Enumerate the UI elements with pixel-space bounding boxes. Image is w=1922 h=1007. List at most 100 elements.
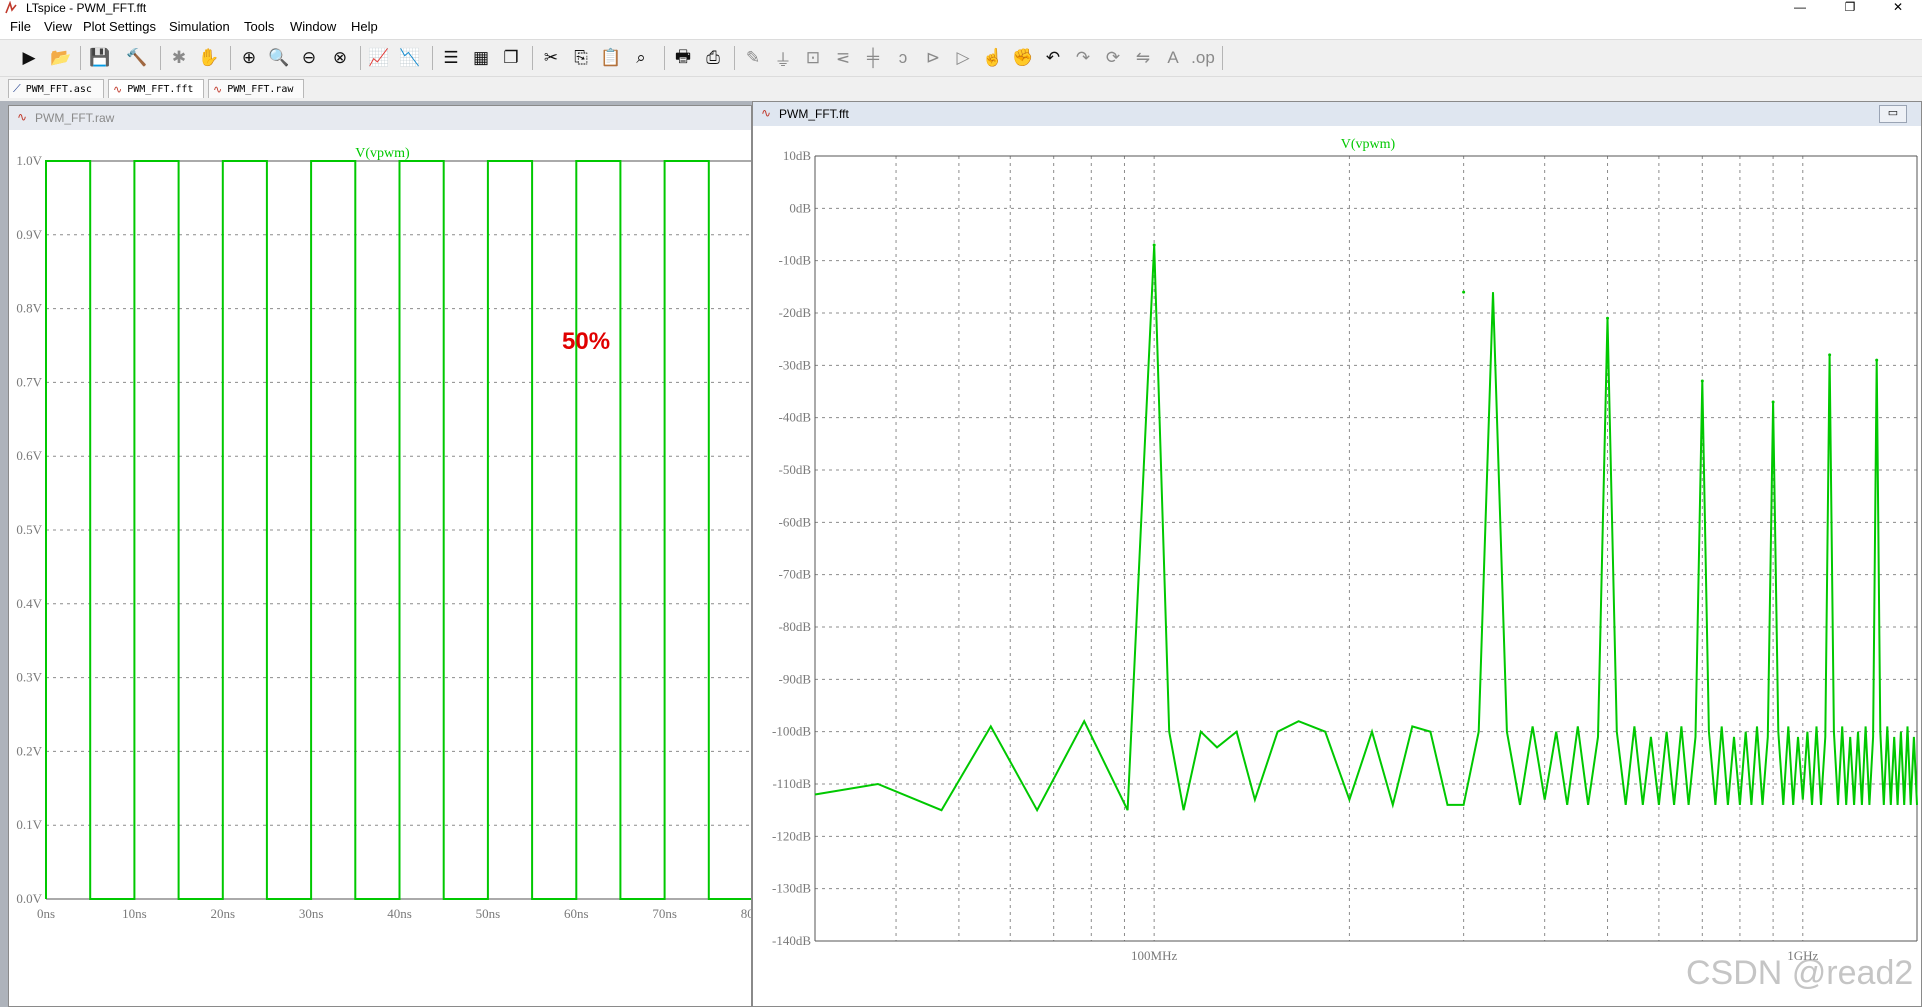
toolbar-separator	[734, 46, 735, 70]
toolbar: ▶ 📂 💾 🔨 ✱ ✋ ⊕ 🔍 ⊖ ⊗ 📈 📉 ☰ ▦ ❐ ✂ ⎘ 📋 ⌕ 🖶 …	[0, 39, 1922, 77]
toolbar-separator	[532, 46, 533, 70]
find-binoculars-icon[interactable]: ⌕	[628, 45, 654, 71]
mirror-icon[interactable]: ⇋	[1130, 45, 1156, 71]
paste-icon[interactable]: 📋	[598, 45, 624, 71]
x-tick-label: 100MHz	[1131, 948, 1177, 963]
tab-label: PWM_FFT.raw	[227, 83, 294, 95]
menu-window[interactable]: Window	[290, 19, 336, 34]
y-tick-label: -140dB	[772, 933, 811, 948]
fft-plot-window[interactable]: ∿ PWM_FFT.fft ▭ 10dB 0dB -10dB -20dB -30dB -4…	[752, 101, 1922, 1007]
harmonic-peak-marker	[1700, 379, 1704, 383]
y-tick-label: 10dB	[783, 148, 812, 163]
x-tick-label: 40ns	[387, 906, 412, 921]
x-tick-label: 70ns	[652, 906, 677, 921]
trace-legend-label: V(vpwm)	[355, 146, 410, 161]
halt-icon[interactable]: ✱	[166, 45, 192, 71]
zoom-fit-icon[interactable]: ⊗	[327, 45, 353, 71]
duty-cycle-annotation: 50%	[562, 328, 611, 355]
restore-window-button[interactable]: ❐	[1830, 0, 1870, 16]
y-tick-label: -130dB	[772, 881, 811, 896]
pan-hand-icon[interactable]: ✋	[196, 45, 222, 71]
pane-restore-button[interactable]: ▭	[1879, 105, 1907, 123]
tab-label: PWM_FFT.asc	[25, 83, 92, 95]
zoom-in-icon[interactable]: ⊕	[236, 45, 262, 71]
menu-file[interactable]: File	[10, 19, 31, 34]
tab-pwm-fft-asc[interactable]: ⟋ PWM_FFT.asc	[8, 79, 104, 98]
menu-view[interactable]: View	[44, 19, 72, 34]
y-tick-label: -70dB	[779, 567, 812, 582]
cascade-icon[interactable]: ❐	[498, 45, 524, 71]
print-icon[interactable]: 🖶	[670, 45, 696, 71]
drag-hand-icon[interactable]: ✊	[1010, 45, 1036, 71]
zoom-out-icon[interactable]: ⊖	[296, 45, 322, 71]
diode-icon[interactable]: ⊳	[920, 45, 946, 71]
close-window-button[interactable]: ✕	[1878, 0, 1918, 16]
capacitor-icon[interactable]: ╪	[860, 45, 886, 71]
label-net-icon[interactable]: ⊡	[800, 45, 826, 71]
pane-title-bar[interactable]: ∿ PWM_FFT.raw	[9, 106, 751, 130]
harmonic-peak-marker	[1462, 290, 1466, 294]
toolbar-separator	[80, 46, 81, 70]
x-tick-label: 10ns	[122, 906, 147, 921]
zoom-area-icon[interactable]: 🔍	[266, 45, 292, 71]
x-tick-label: 80ns	[741, 906, 752, 921]
x-tick-label: 30ns	[299, 906, 324, 921]
tile-vertical-icon[interactable]: ▦	[468, 45, 494, 71]
pane-title: PWM_FFT.fft	[779, 107, 849, 121]
y-tick-label: 0.1V	[16, 817, 42, 832]
fft-plot-area[interactable]: 10dB 0dB -10dB -20dB -30dB -40dB -50dB -60dB -70…	[753, 126, 1922, 1007]
trace-legend-label: V(vpwm)	[1341, 137, 1396, 152]
y-tick-label: 0.2V	[16, 743, 42, 758]
tab-pwm-fft-raw[interactable]: ∿ PWM_FFT.raw	[208, 79, 304, 98]
copy-icon[interactable]: ⎘	[568, 45, 594, 71]
harmonic-peak-marker	[1771, 400, 1775, 404]
tab-pwm-fft-fft[interactable]: ∿ PWM_FFT.fft	[108, 79, 204, 98]
draw-wire-icon[interactable]: ✎	[740, 45, 766, 71]
y-tick-label: 0dB	[789, 200, 811, 215]
harmonic-peak-marker	[1828, 353, 1832, 357]
pane-title-bar[interactable]: ∿ PWM_FFT.fft ▭	[753, 102, 1921, 126]
inductor-icon[interactable]: ↄ	[890, 45, 916, 71]
cut-icon[interactable]: ✂	[538, 45, 564, 71]
resistor-icon[interactable]: ⋜	[830, 45, 856, 71]
spice-directive-icon[interactable]: .op	[1190, 45, 1216, 71]
run-icon[interactable]: ▶	[16, 45, 42, 71]
tile-horizontal-icon[interactable]: ☰	[438, 45, 464, 71]
redo-icon[interactable]: ↷	[1070, 45, 1096, 71]
undo-icon[interactable]: ↶	[1040, 45, 1066, 71]
move-hand-icon[interactable]: ☝	[980, 45, 1006, 71]
x-tick-label: 50ns	[476, 906, 501, 921]
y-tick-label: -10dB	[779, 253, 812, 268]
menu-simulation[interactable]: Simulation	[169, 19, 230, 34]
save-icon[interactable]: 💾	[87, 45, 113, 71]
manual-limits-icon[interactable]: 📉	[397, 45, 423, 71]
y-tick-label: 0.8V	[16, 301, 42, 316]
control-panel-icon[interactable]: 🔨	[124, 45, 150, 71]
y-tick-label: 0.4V	[16, 596, 42, 611]
title-bar: LTspice - PWM_FFT.fft — ❐ ✕	[0, 0, 1922, 16]
minimize-button[interactable]: —	[1780, 0, 1820, 16]
menu-help[interactable]: Help	[351, 19, 378, 34]
waveform-icon: ∿	[113, 82, 123, 96]
open-folder-icon[interactable]: 📂	[48, 45, 74, 71]
transient-plot-area[interactable]: 0.0V 0.1V 0.2V 0.3V 0.4V 0.5V 0.6V 0.7V 0.8V 0.9V…	[9, 130, 752, 1007]
harmonic-peak-marker	[1875, 358, 1879, 362]
tab-label: PWM_FFT.fft	[127, 83, 194, 95]
transient-plot-window[interactable]: ∿ PWM_FFT.raw 0.0V 0.1V 0.2V 0.3V 0.4V 0.5V 0.…	[8, 105, 752, 1007]
text-icon[interactable]: A	[1160, 45, 1186, 71]
harmonic-peak-marker	[1152, 243, 1156, 247]
y-tick-label: 0.6V	[16, 448, 42, 463]
y-tick-label: -80dB	[779, 619, 812, 634]
menu-bar: File View Plot Settings Simulation Tools…	[0, 17, 1922, 37]
ground-icon[interactable]: ⏚	[770, 45, 796, 71]
y-tick-label: 0.9V	[16, 227, 42, 242]
menu-tools[interactable]: Tools	[244, 19, 274, 34]
component-icon[interactable]: ▷	[950, 45, 976, 71]
menu-plot-settings[interactable]: Plot Settings	[83, 19, 156, 34]
rotate-icon[interactable]: ⟳	[1100, 45, 1126, 71]
schematic-icon: ⟋	[13, 82, 21, 95]
waveform-icon: ∿	[213, 82, 223, 96]
print-preview-icon[interactable]: ⎙	[700, 45, 726, 71]
autorange-icon[interactable]: 📈	[366, 45, 392, 71]
mdi-workspace: ∿ PWM_FFT.raw 0.0V 0.1V 0.2V 0.3V 0.4V 0.5V 0.…	[0, 101, 1922, 1007]
